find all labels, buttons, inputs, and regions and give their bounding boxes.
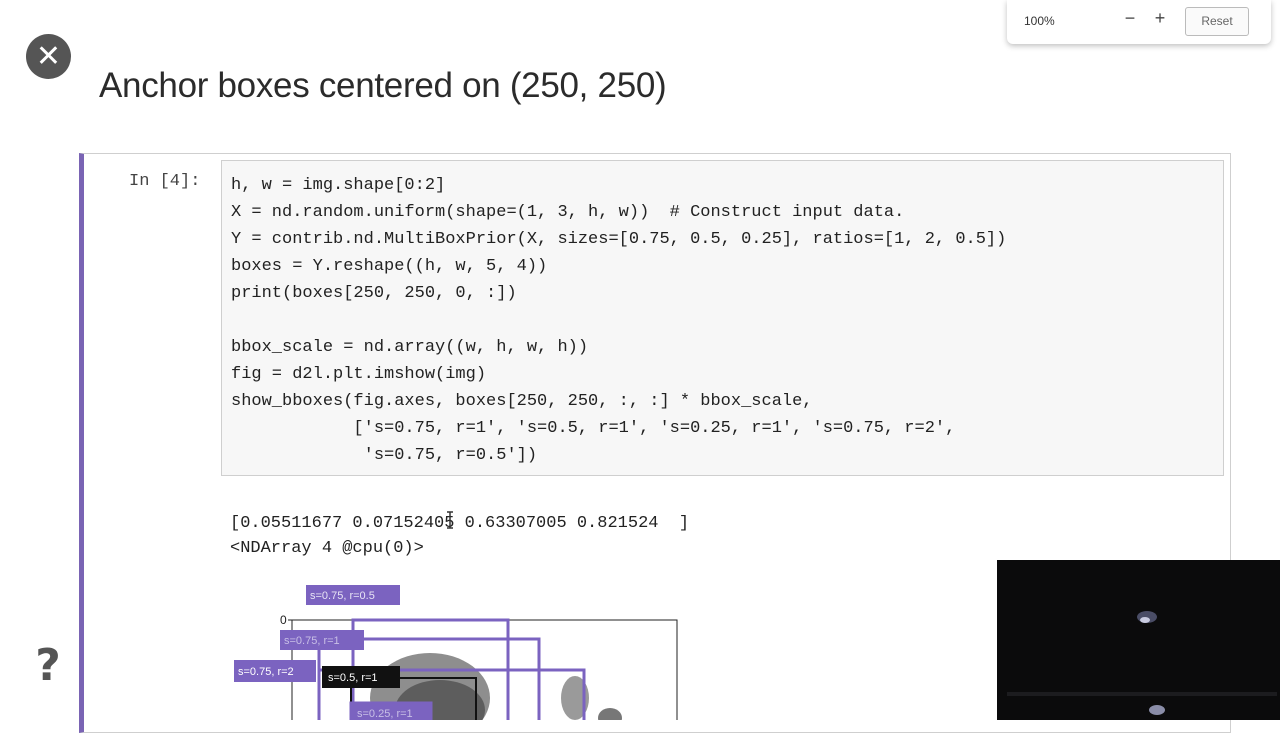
code-line: fig = d2l.plt.imshow(img) [231,365,487,384]
code-line: h, w = img.shape[0:2] [231,176,446,195]
output-line: <NDArray 4 @cpu(0)> [230,539,424,558]
help-button[interactable]: ? [28,639,68,691]
close-icon: ✕ [35,38,62,74]
output-line: [0.05511677 0.07152405 0.63307005 0.8215… [230,514,690,533]
label-s05-r1: s=0.5, r=1 [328,672,378,684]
code-line: bbox_scale = nd.array((w, h, w, h)) [231,338,589,357]
code-line: ['s=0.75, r=1', 's=0.5, r=1', 's=0.25, r… [231,419,956,438]
plot-ytick: 0 [280,613,287,627]
webcam-overlay [997,560,1280,720]
code-line: boxes = Y.reshape((h, w, 5, 4)) [231,257,548,276]
zoom-panel: 100% − + Reset [1007,0,1271,44]
label-s075-r1: s=0.75, r=1 [284,635,340,647]
code-line: 's=0.75, r=0.5']) [231,446,538,465]
question-mark-icon: ? [35,639,61,691]
code-line: X = nd.random.uniform(shape=(1, 3, h, w)… [231,203,905,222]
mouse-cursor-icon [445,511,455,529]
slide-title: Anchor boxes centered on (250, 250) [99,66,667,105]
cell-prompt: In [4]: [129,172,201,191]
close-button[interactable]: ✕ [26,34,71,79]
label-s075-r05: s=0.75, r=0.5 [310,590,375,602]
zoom-level: 100% [1024,14,1055,28]
webcam-bottom-band [1007,692,1277,696]
webcam-object [1149,705,1165,715]
zoom-reset-button[interactable]: Reset [1185,7,1249,36]
code-line: Y = contrib.nd.MultiBoxPrior(X, sizes=[0… [231,230,1007,249]
code-line: show_bboxes(fig.axes, boxes[250, 250, :,… [231,392,813,411]
zoom-out-button[interactable]: − [1120,8,1140,29]
label-s025-r1: s=0.25, r=1 [357,708,413,720]
code-line: print(boxes[250, 250, 0, :]) [231,284,517,303]
label-s075-r2: s=0.75, r=2 [238,666,294,678]
zoom-in-button[interactable]: + [1150,8,1170,29]
code-editor[interactable]: h, w = img.shape[0:2] X = nd.random.unif… [221,160,1224,476]
webcam-highlight [1140,617,1150,623]
anchor-box-plot: 0 s=0.75, r=0.5 s=0.75, r=1 s=0.75, r=2 … [230,578,690,720]
